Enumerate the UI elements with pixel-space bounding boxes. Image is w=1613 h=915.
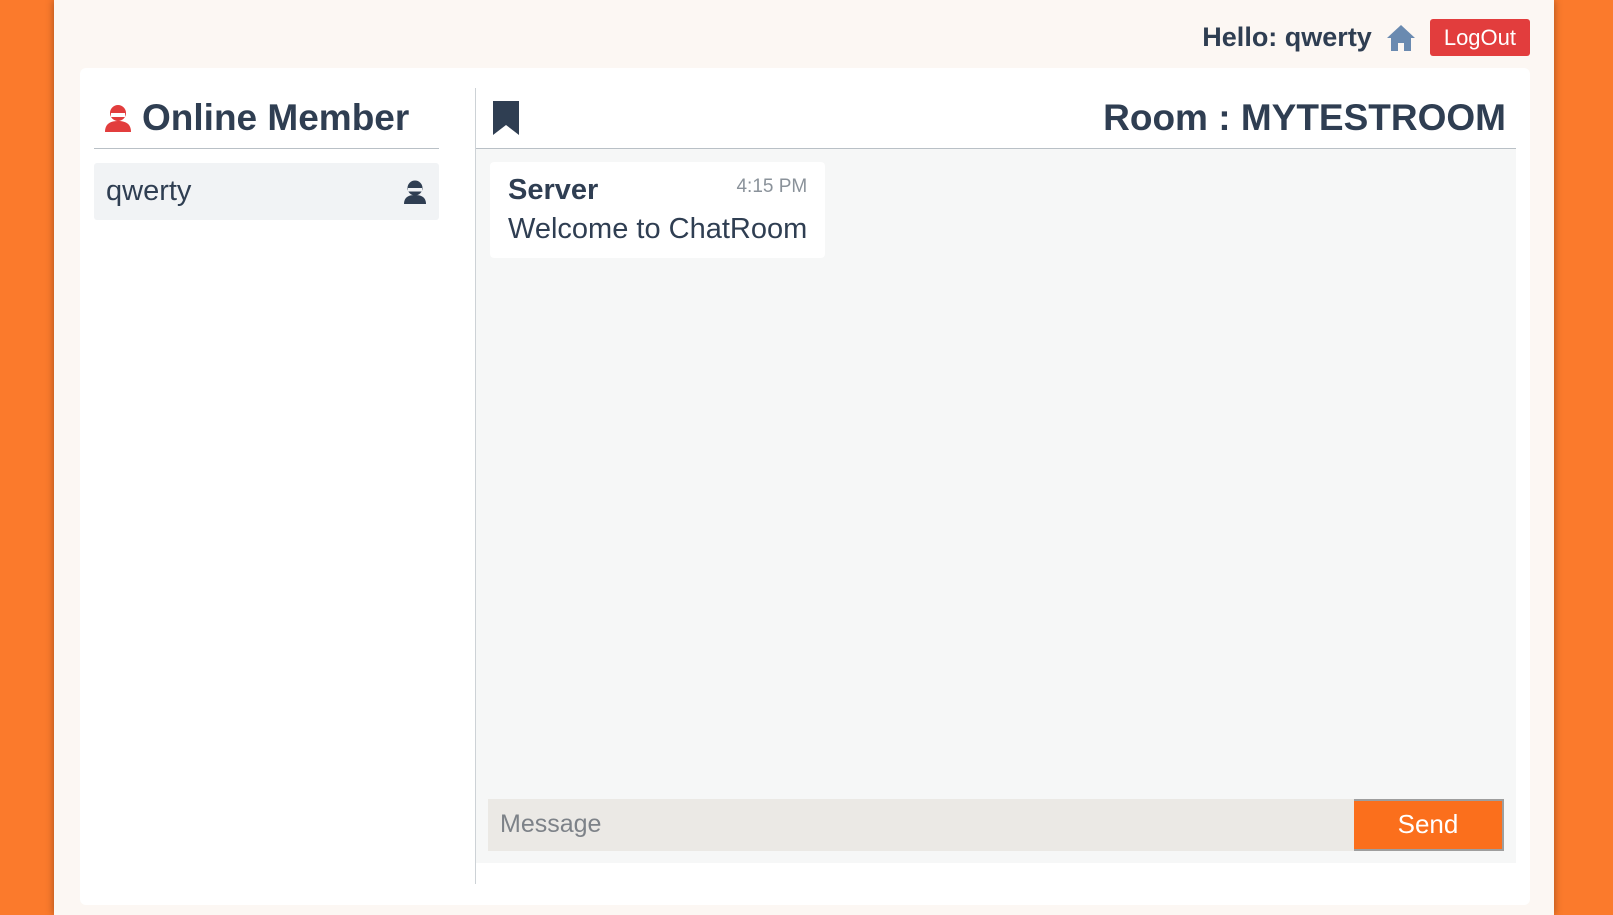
online-members-title: Online Member — [142, 97, 410, 138]
message-composer: Send — [476, 786, 1516, 863]
member-list-item[interactable]: qwerty — [94, 163, 439, 220]
message-list[interactable]: Server 4:15 PM Welcome to ChatRoom — [476, 149, 1516, 786]
message-input[interactable] — [488, 798, 1354, 851]
message-header: Server 4:15 PM — [508, 174, 807, 207]
home-icon[interactable] — [1386, 23, 1416, 53]
message-bubble: Server 4:15 PM Welcome to ChatRoom — [490, 162, 826, 258]
member-icon — [104, 103, 132, 133]
member-name: qwerty — [106, 175, 192, 207]
online-members-panel: Online Member qwerty — [94, 88, 439, 884]
message-sender: Server — [508, 174, 599, 206]
bookmark-icon[interactable] — [492, 100, 520, 136]
logout-button[interactable]: LogOut — [1429, 19, 1530, 56]
message-text: Welcome to ChatRoom — [508, 213, 808, 245]
send-button[interactable]: Send — [1354, 798, 1504, 851]
user-icon — [403, 179, 427, 205]
online-members-header: Online Member — [94, 88, 439, 149]
room-title: Room : MYTESTROOM — [1103, 97, 1506, 138]
chat-panel: Room : MYTESTROOM Server 4:15 PM Welcome… — [476, 88, 1516, 884]
greeting-text: Hello: qwerty — [1202, 22, 1372, 52]
top-bar: Hello: qwerty LogOut — [1202, 19, 1530, 56]
chat-header: Room : MYTESTROOM — [476, 88, 1516, 149]
chat-card: Online Member qwerty Room: MYTESTROOM S… — [80, 68, 1530, 905]
page-container: Hello: qwerty LogOut Online Member qwert… — [54, 0, 1554, 915]
message-timestamp: 4:15 PM — [736, 176, 808, 197]
